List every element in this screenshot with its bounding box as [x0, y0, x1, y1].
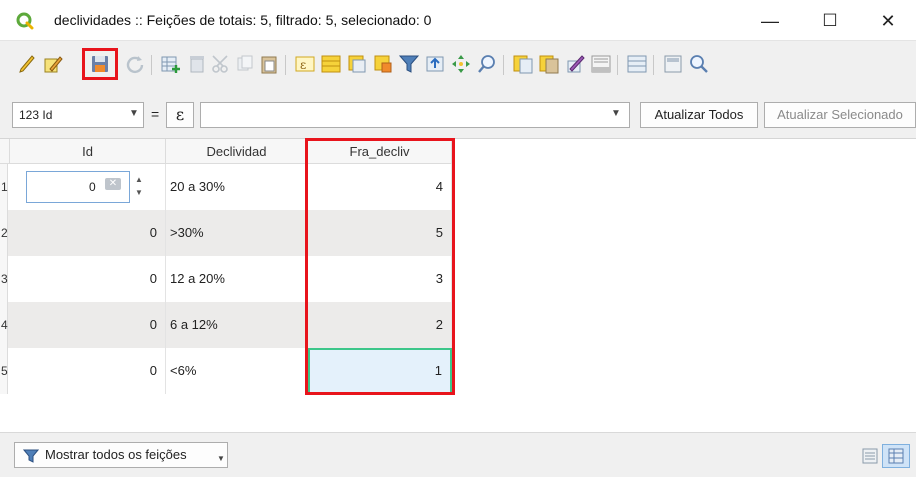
- close-button[interactable]: ✕: [870, 8, 906, 34]
- fra-decliv-cell[interactable]: 3: [308, 256, 452, 302]
- expression-input[interactable]: ▼: [200, 102, 630, 128]
- expression-select-icon[interactable]: ε: [294, 53, 316, 75]
- table-row[interactable]: 2 0 >30% 5: [0, 210, 452, 256]
- row-number[interactable]: 3: [0, 256, 8, 302]
- table-row[interactable]: 1 0 ✕ ▲ ▼ 20 a 30% 4: [0, 164, 452, 210]
- invert-selection-icon[interactable]: [346, 53, 368, 75]
- row-number[interactable]: 4: [0, 302, 8, 348]
- qgis-logo-icon: [16, 12, 34, 30]
- cut-icon[interactable]: [210, 53, 232, 75]
- move-top-icon[interactable]: [424, 53, 446, 75]
- svg-text:ε: ε: [300, 58, 306, 72]
- id-cell[interactable]: 0 ✕ ▲ ▼: [10, 164, 166, 210]
- declividad-cell[interactable]: >30%: [166, 210, 308, 256]
- id-cell[interactable]: 0: [10, 256, 166, 302]
- toolbar-separator: [653, 55, 654, 75]
- bottom-bar: Mostrar todos os feições ▼: [0, 432, 916, 477]
- expression-builder-button[interactable]: ε: [166, 102, 194, 128]
- column-header-declividad[interactable]: Declividad: [166, 139, 308, 164]
- equals-label: =: [151, 106, 160, 122]
- attribute-toolbar: ε: [0, 40, 916, 93]
- add-feature-icon[interactable]: [160, 53, 182, 75]
- title-bar: declividades :: Feições de totais: 5, fi…: [0, 0, 916, 40]
- update-selected-button[interactable]: Atualizar Selecionado: [764, 102, 916, 128]
- filter-icon: [23, 449, 39, 463]
- attribute-table: Id Declividad Fra_decliv 1 0 ✕ ▲ ▼ 20 a 3…: [0, 138, 916, 433]
- zoom-icon[interactable]: [476, 53, 498, 75]
- delete-feature-icon[interactable]: [186, 53, 208, 75]
- minimize-button[interactable]: —: [752, 8, 788, 34]
- toolbar-separator: [617, 55, 618, 75]
- table-view-toggle[interactable]: [882, 444, 910, 468]
- copy-icon[interactable]: [234, 53, 256, 75]
- spin-arrows-icon[interactable]: ▲ ▼: [134, 173, 144, 201]
- dock-icon[interactable]: [662, 53, 684, 75]
- organize-columns-icon[interactable]: [626, 53, 648, 75]
- chevron-down-icon: ▼: [611, 108, 621, 119]
- id-cell[interactable]: 0: [10, 210, 166, 256]
- chevron-down-icon: ▼: [217, 454, 225, 463]
- maximize-button[interactable]: ☐: [812, 8, 848, 34]
- declividad-cell[interactable]: 20 a 30%: [166, 164, 308, 210]
- field-select-value: 123 Id: [19, 108, 53, 122]
- id-cell[interactable]: 0: [10, 302, 166, 348]
- table-row[interactable]: 4 0 6 a 12% 2: [0, 302, 452, 348]
- toolbar-separator: [285, 55, 286, 75]
- id-spinbox[interactable]: 0 ✕: [26, 171, 130, 203]
- declividad-cell[interactable]: <6%: [166, 348, 308, 394]
- filter-icon[interactable]: [398, 53, 420, 75]
- feature-filter-label: Mostrar todos os feições: [45, 447, 187, 462]
- update-all-button[interactable]: Atualizar Todos: [640, 102, 758, 128]
- form-view-icon[interactable]: [862, 448, 878, 464]
- window-title: declividades :: Feições de totais: 5, fi…: [54, 12, 432, 28]
- conditional-format-icon[interactable]: [590, 53, 612, 75]
- copy-row-icon[interactable]: [512, 53, 534, 75]
- save-edits-icon[interactable]: [89, 53, 111, 75]
- id-spinbox-value: 0: [89, 180, 96, 194]
- toolbar-separator: [503, 55, 504, 75]
- row-number[interactable]: 1: [0, 164, 8, 210]
- declividad-cell[interactable]: 6 a 12%: [166, 302, 308, 348]
- column-header-fra-decliv[interactable]: Fra_decliv: [308, 139, 452, 164]
- fra-decliv-cell[interactable]: 2: [308, 302, 452, 348]
- clear-icon[interactable]: ✕: [105, 178, 121, 190]
- declividad-cell[interactable]: 12 a 20%: [166, 256, 308, 302]
- chevron-down-icon: ▼: [129, 108, 139, 119]
- field-calculator-icon[interactable]: [564, 53, 586, 75]
- corner-header[interactable]: [0, 139, 10, 164]
- fra-decliv-active-cell[interactable]: 1: [308, 348, 452, 394]
- toolbar-separator: [151, 55, 152, 75]
- row-number[interactable]: 5: [0, 348, 8, 394]
- paste-row-icon[interactable]: [538, 53, 560, 75]
- multi-edit-icon[interactable]: [42, 53, 64, 75]
- edit-pencil-icon[interactable]: [16, 53, 38, 75]
- select-all-icon[interactable]: [320, 53, 342, 75]
- field-update-bar: 123 Id ▼ = ε ▼ Atualizar Todos Atualizar…: [0, 92, 916, 138]
- paste-icon[interactable]: [258, 53, 280, 75]
- table-view-icon: [888, 448, 904, 464]
- id-cell[interactable]: 0: [10, 348, 166, 394]
- field-select[interactable]: 123 Id ▼: [12, 102, 144, 128]
- pan-icon[interactable]: [450, 53, 472, 75]
- fra-decliv-cell[interactable]: 5: [308, 210, 452, 256]
- fra-decliv-cell[interactable]: 4: [308, 164, 452, 210]
- table-row[interactable]: 3 0 12 a 20% 3: [0, 256, 452, 302]
- deselect-icon[interactable]: [372, 53, 394, 75]
- table-row[interactable]: 5 0 <6% 1: [0, 348, 452, 394]
- feature-filter-button[interactable]: Mostrar todos os feições ▼: [14, 442, 228, 468]
- actions-icon[interactable]: [688, 53, 710, 75]
- row-number[interactable]: 2: [0, 210, 8, 256]
- reload-icon[interactable]: [124, 53, 146, 75]
- column-header-id[interactable]: Id: [10, 139, 166, 164]
